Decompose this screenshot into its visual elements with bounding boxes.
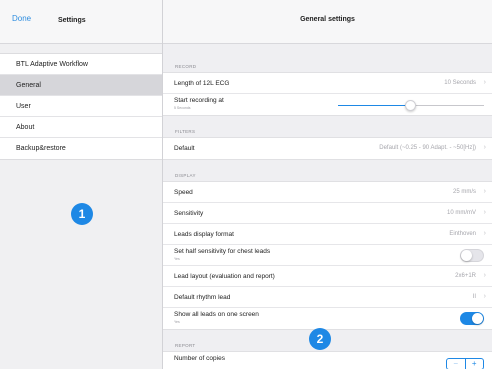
all-leads-toggle[interactable] [460,312,484,325]
sidebar-item-label: BTL Adaptive Workflow [16,60,88,68]
half-sensitivity-label: Set half sensitivity for chest leads [174,248,271,255]
general-settings-panel: General settings RECORD Length of 12L EC… [163,0,492,369]
section-header-filters: FILTERS [175,129,196,134]
length-ecg-row[interactable]: Length of 12L ECG 10 Seconds › [163,73,492,94]
length-ecg-label: Length of 12L ECG [174,80,230,87]
copies-stepper[interactable]: − + [446,358,484,369]
all-leads-label: Show all leads on one screen [174,311,259,318]
chevron-right-icon: › [483,272,486,279]
chevron-right-icon: › [483,293,486,300]
sensitivity-label: Sensitivity [174,210,204,217]
chevron-right-icon: › [483,188,486,195]
lead-layout-row[interactable]: Lead layout (evaluation and report) 2x6+… [163,266,492,287]
sidebar-item-user[interactable]: User [0,96,162,117]
slider-fill [338,105,411,106]
increment-button[interactable]: + [466,359,484,369]
start-recording-label: Start recording at [174,97,224,104]
sidebar-title: Settings [58,17,86,24]
all-leads-row: Show all leads on one screen Yes [163,308,492,329]
chevron-right-icon: › [483,144,486,151]
rhythm-lead-label: Default rhythm lead [174,294,231,301]
display-group: Speed 25 mm/s › Sensitivity 10 mm/mV › L… [163,181,492,330]
sidebar-item-label: About [16,123,35,131]
speed-value: 25 mm/s [452,189,476,195]
sidebar-item-btl-adaptive-workflow[interactable]: BTL Adaptive Workflow [0,54,162,75]
half-sensitivity-row: Set half sensitivity for chest leads Yes [163,245,492,266]
leads-format-value: Einthoven [449,231,476,237]
lead-layout-label: Lead layout (evaluation and report) [174,273,275,280]
filter-default-row[interactable]: Default Default (~0.25 - 90 Adapt. - ~50… [163,138,492,159]
leads-format-row[interactable]: Leads display format Einthoven › [163,224,492,245]
filter-default-value: Default (~0.25 - 90 Adapt. - ~50[Hz]) [379,145,476,151]
page-title: General settings [300,16,355,23]
filters-group: Default Default (~0.25 - 90 Adapt. - ~50… [163,137,492,160]
slider-thumb[interactable] [405,100,416,111]
rhythm-lead-value: II [472,294,476,300]
report-group: Number of copies − + [163,351,492,369]
detail-navbar: General settings [163,0,492,44]
sidebar-item-about[interactable]: About [0,117,162,138]
sidebar-item-general[interactable]: General [0,75,162,96]
start-recording-slider[interactable] [338,100,484,111]
all-leads-sub: Yes [174,320,180,324]
lead-layout-value: 2x6+1R [455,273,476,279]
copies-row: Number of copies − + [163,352,492,369]
rhythm-lead-row[interactable]: Default rhythm lead II › [163,287,492,308]
section-header-display: DISPLAY [175,173,196,178]
toggle-knob [461,250,472,261]
leads-format-label: Leads display format [174,231,234,238]
settings-sidebar: Done Settings BTL Adaptive Workflow Gene… [0,0,163,369]
sidebar-item-label: User [16,102,31,110]
sensitivity-value: 10 mm/mV [446,210,476,216]
sidebar-navbar: Done Settings [0,0,162,44]
sidebar-item-label: Backup&restore [16,145,66,152]
section-header-record: RECORD [175,64,197,69]
start-recording-sub: 5 Seconds [174,106,191,110]
done-button[interactable]: Done [12,14,31,23]
callout-badge-1: 1 [71,203,93,225]
record-group: Length of 12L ECG 10 Seconds › Start rec… [163,72,492,116]
filter-default-label: Default [174,145,195,152]
callout-badge-2: 2 [309,328,331,350]
chevron-right-icon: › [483,79,486,86]
sidebar-item-backup-restore[interactable]: Backup&restore [0,138,162,159]
start-recording-row: Start recording at 5 Seconds [163,94,492,115]
toggle-knob [472,313,483,324]
length-ecg-value: 10 Seconds [444,80,476,86]
speed-label: Speed [174,189,193,196]
chevron-right-icon: › [483,209,486,216]
copies-label: Number of copies [174,355,225,362]
half-sensitivity-toggle[interactable] [460,249,484,262]
chevron-right-icon: › [483,230,486,237]
half-sensitivity-sub: Yes [174,257,180,261]
speed-row[interactable]: Speed 25 mm/s › [163,182,492,203]
sensitivity-row[interactable]: Sensitivity 10 mm/mV › [163,203,492,224]
decrement-button[interactable]: − [447,359,466,369]
settings-menu: BTL Adaptive Workflow General User About… [0,53,162,160]
sidebar-item-label: General [16,81,41,89]
